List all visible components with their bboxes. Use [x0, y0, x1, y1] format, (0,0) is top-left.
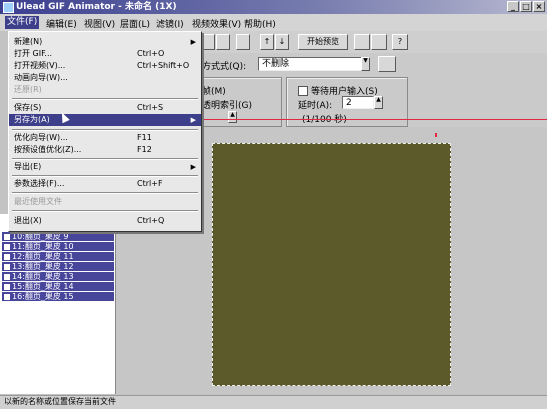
method-dropdown[interactable]: 不删除: [258, 57, 370, 71]
help-icon[interactable]: ?: [392, 34, 408, 50]
frame-item[interactable]: 16:翻页_果皮 15: [2, 292, 114, 301]
frame-thumbnail-icon: [4, 264, 10, 270]
delay-spinner[interactable]: ▲: [374, 96, 383, 109]
delete-frame-icon[interactable]: [216, 34, 230, 50]
close-button[interactable]: ×: [533, 1, 545, 12]
wait-user-input-checkbox[interactable]: [298, 86, 308, 96]
copy-frame-icon[interactable]: [236, 34, 250, 50]
file-menu: 新建(N) ▶ 打开 GIF... Ctrl+O 打开视频(V)... Ctrl+Sh…: [8, 31, 202, 232]
frame-item[interactable]: 13:翻页_果皮 12: [2, 262, 114, 271]
menu-item-new[interactable]: 新建(N) ▶: [9, 36, 201, 48]
menu-item-animation-wizard[interactable]: 动画向导(W)...: [9, 72, 201, 84]
image-canvas[interactable]: [212, 143, 451, 386]
app-icon: [3, 2, 14, 13]
submenu-arrow-icon: ▶: [190, 38, 196, 46]
menu-layer[interactable]: 层面(L): [120, 17, 150, 30]
arrow-down-icon[interactable]: ↓: [275, 34, 289, 50]
menu-filter[interactable]: 滤镜(I): [156, 17, 184, 30]
maximize-button[interactable]: □: [520, 1, 532, 12]
frame-item[interactable]: 14:翻页_果皮 13: [2, 272, 114, 281]
menu-separator: [12, 210, 198, 212]
menu-item-open-video[interactable]: 打开视频(V)... Ctrl+Shift+O: [9, 60, 201, 72]
window-controls: _ □ ×: [507, 1, 545, 12]
optimize-icon[interactable]: [354, 34, 370, 50]
menu-item-export[interactable]: 导出(E) ▶: [9, 161, 201, 173]
menu-item-preferences[interactable]: 参数选择(F)... Ctrl+F: [9, 178, 201, 190]
frame-thumbnail-icon: [4, 234, 10, 240]
transparent-index-label: 透明索引(G): [202, 101, 252, 111]
window-title: Ulead GIF Animator - 未命名 (1X): [16, 2, 177, 12]
frame-thumbnail-icon: [4, 254, 10, 260]
frame-list: 10:翻页_果皮 9 11:翻页_果皮 10 12:翻页_果皮 11 13:翻页…: [0, 214, 116, 394]
menu-help[interactable]: 帮助(H): [244, 17, 276, 30]
frame-item[interactable]: 15:翻页_果皮 14: [2, 282, 114, 291]
menu-item-open-gif[interactable]: 打开 GIF... Ctrl+O: [9, 48, 201, 60]
frame-label: 帧(M): [202, 87, 226, 97]
delay-input[interactable]: 2: [342, 96, 374, 109]
menu-separator: [12, 98, 198, 100]
status-text: 以新的名称或位置保存当前文件: [4, 397, 116, 406]
frame-thumbnail-icon: [4, 244, 10, 250]
arrow-up-icon[interactable]: ↑: [260, 34, 274, 50]
toolbar: ↑ ↓ 开始预览 ?: [200, 31, 547, 53]
menu-item-recent-files: 最近使用文件: [14, 197, 62, 206]
menu-file[interactable]: 文件(F): [5, 16, 40, 29]
frame-tool-icon[interactable]: [201, 34, 215, 50]
delay-label: 延时(A):: [298, 101, 333, 111]
frame-thumbnail-icon: [4, 294, 10, 300]
frame-item[interactable]: 11:翻页_果皮 10: [2, 242, 114, 251]
menu-bar: 文件(F) 编辑(E) 视图(V) 层面(L) 滤镜(I) 视频效果(V) 帮助…: [0, 14, 547, 31]
menu-edit[interactable]: 编辑(E): [46, 17, 77, 30]
menu-item-revert: 还原(R): [14, 85, 42, 94]
menu-view[interactable]: 视图(V): [84, 17, 115, 30]
guide-marker: [435, 133, 437, 137]
menu-video-effects[interactable]: 视频效果(V): [192, 17, 241, 30]
submenu-arrow-icon: ▶: [190, 163, 196, 171]
menu-separator: [12, 129, 198, 131]
status-bar: 以新的名称或位置保存当前文件: [0, 395, 547, 409]
menu-item-save[interactable]: 保存(S) Ctrl+S: [9, 102, 201, 114]
menu-item-exit[interactable]: 退出(X) Ctrl+Q: [9, 215, 201, 227]
menu-separator: [12, 158, 198, 160]
chevron-down-icon[interactable]: ▼: [361, 57, 370, 71]
minimize-button[interactable]: _: [507, 1, 519, 12]
index-spinner[interactable]: ▲: [228, 111, 237, 123]
method-settings-icon[interactable]: [378, 56, 396, 72]
start-preview-button[interactable]: 开始预览: [298, 34, 348, 50]
title-bar: Ulead GIF Animator - 未命名 (1X) _ □ ×: [0, 0, 547, 14]
image-icon[interactable]: [371, 34, 387, 50]
method-label: 方式式(Q):: [202, 62, 247, 72]
menu-separator: [12, 192, 198, 194]
frame-item[interactable]: 12:翻页_果皮 11: [2, 252, 114, 261]
frame-item[interactable]: 10:翻页_果皮 9: [2, 232, 114, 241]
menu-separator: [12, 175, 198, 177]
frame-properties-panel: 方式式(Q): 不删除 ▼ 帧(M) 透明索引(G) ▲ 等待用户输入(S) 延…: [198, 53, 547, 127]
menu-item-optimize-wizard[interactable]: 优化向导(W)... F11: [9, 132, 201, 144]
frame-thumbnail-icon: [4, 284, 10, 290]
menu-item-save-as[interactable]: 另存为(A) ▶: [9, 114, 201, 126]
menu-item-optimize-preset[interactable]: 按预设值优化(Z)... F12: [9, 144, 201, 156]
submenu-arrow-icon: ▶: [190, 116, 196, 124]
frame-thumbnail-icon: [4, 274, 10, 280]
